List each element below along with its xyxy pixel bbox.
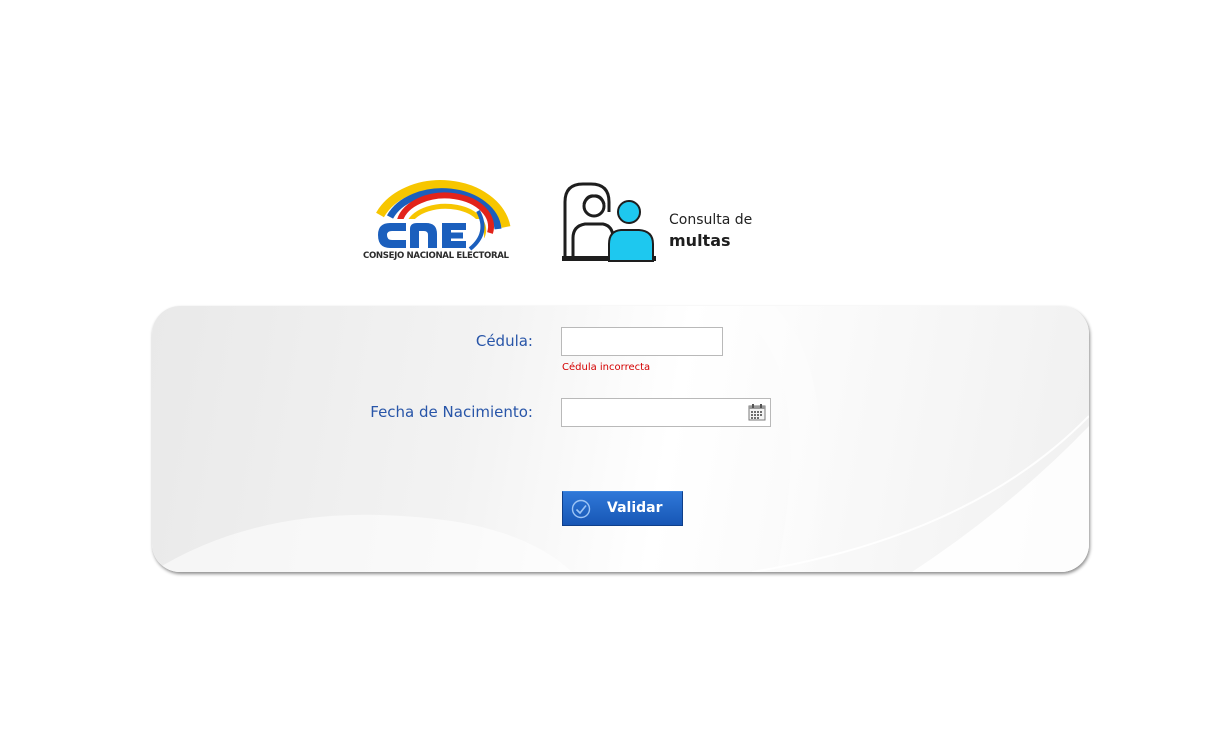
cedula-error-message: Cédula incorrecta (562, 362, 651, 373)
consulta-form-panel: Cédula: Cédula incorrecta Fecha de Nacim… (152, 306, 1089, 572)
fecha-nacimiento-label: Fecha de Nacimiento: (370, 403, 533, 421)
validar-button-label: Validar (607, 500, 663, 516)
check-circle-icon (571, 499, 591, 519)
cedula-label: Cédula: (475, 332, 533, 350)
people-screen-icon (562, 182, 656, 262)
cne-logo: CONSEJO NACIONAL ELECTORAL (362, 163, 522, 265)
fecha-nacimiento-input[interactable] (561, 398, 771, 427)
validar-button[interactable]: Validar (562, 491, 683, 526)
calendar-picker-button[interactable] (748, 403, 766, 421)
page: CONSEJO NACIONAL ELECTORAL Consulta de m… (0, 0, 1229, 739)
multas-title-line2: multas (669, 231, 731, 250)
cedula-input[interactable] (561, 327, 723, 356)
cne-arc-logo-icon (376, 180, 511, 251)
multas-logo: Consulta de multas (561, 182, 761, 264)
cne-tagline: CONSEJO NACIONAL ELECTORAL (363, 251, 509, 261)
calendar-icon (748, 404, 766, 421)
multas-title-line1: Consulta de (669, 212, 753, 228)
